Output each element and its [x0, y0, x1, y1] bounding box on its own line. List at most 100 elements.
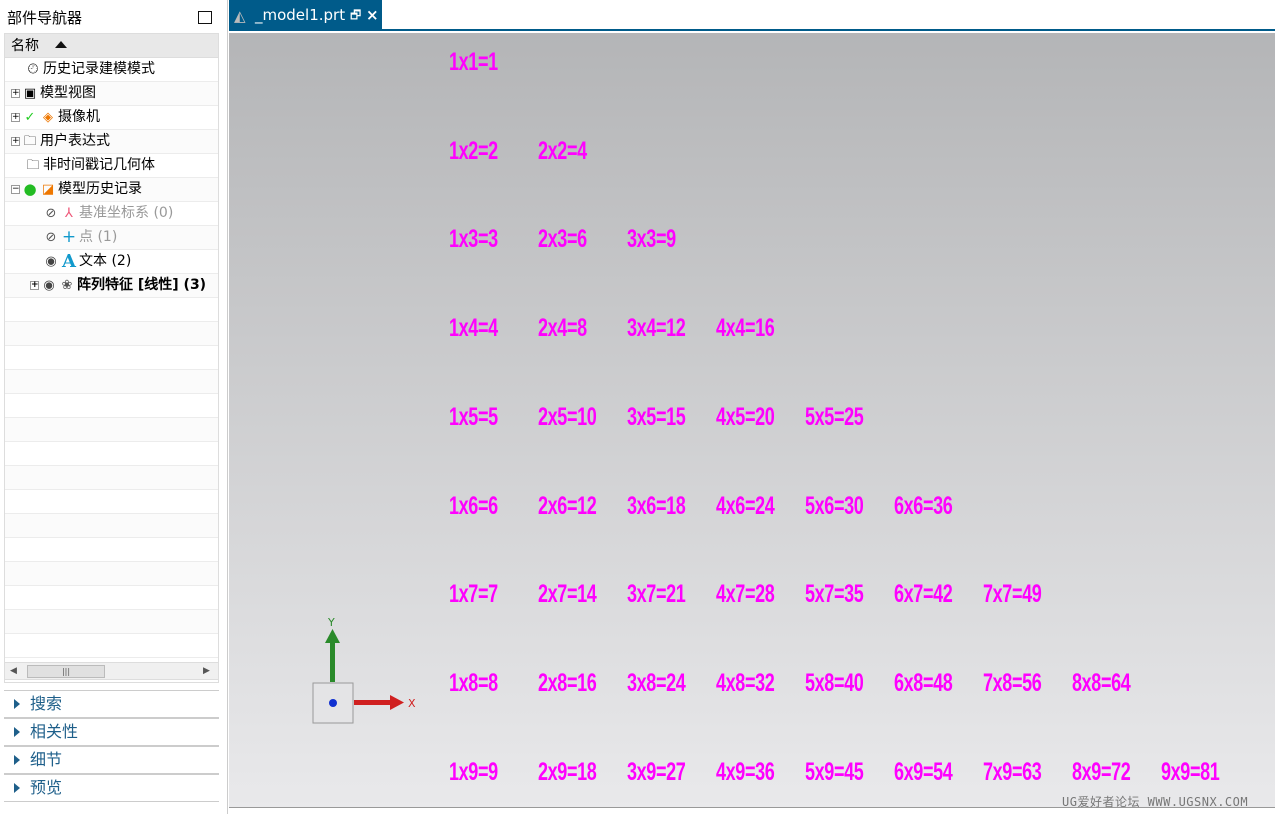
equation: 4x5=20: [716, 402, 775, 431]
item-label: 用户表达式: [40, 133, 110, 149]
equation: 3x5=15: [627, 402, 686, 431]
tab-label: _model1.prt: [255, 6, 346, 24]
equation: 3x8=24: [627, 668, 686, 697]
equation: 5x5=25: [805, 402, 864, 431]
origin-point: [329, 699, 337, 707]
undock-icon[interactable]: 🗗︎: [350, 0, 361, 30]
equation: 3x9=27: [627, 757, 686, 786]
horizontal-scrollbar[interactable]: ◀ ||| ▶: [4, 662, 219, 680]
part-navigator: 部件导航器 名称 🕘︎ 历史记录建模模式 + ▣ 模型视图 + ✓ ◈ 摄像机 + 🗀︎ 用户表…: [0, 0, 228, 814]
scroll-left-icon[interactable]: ◀: [10, 666, 17, 676]
item-label: 历史记录建模模式: [43, 61, 155, 77]
eye-icon: ◉: [45, 254, 57, 269]
equation: 4x6=24: [716, 491, 775, 520]
y-axis-arrow: [330, 640, 335, 682]
folder-icon: 🗀︎: [23, 134, 37, 149]
equation: 8x9=72: [1072, 757, 1131, 786]
equation: 2x6=12: [538, 491, 597, 520]
scroll-thumb[interactable]: |||: [27, 665, 105, 678]
equation: 5x9=45: [805, 757, 864, 786]
model-view-icon: ▣: [23, 86, 37, 101]
tab-bar: ◭ _model1.prt 🗗︎ ×: [229, 0, 1275, 31]
equation: 5x6=30: [805, 491, 864, 520]
equation: 1x4=4: [449, 314, 498, 343]
check-icon: ✓: [24, 110, 36, 125]
section-search[interactable]: 搜索: [4, 690, 219, 718]
expand-icon[interactable]: +: [11, 89, 20, 98]
equation: 1x9=9: [449, 757, 498, 786]
datum-csys-icon: ⅄: [65, 206, 73, 221]
equation: 6x8=48: [894, 668, 953, 697]
expand-icon[interactable]: +: [11, 113, 20, 122]
tree-item-unused-geometry[interactable]: 🗀︎ 非时间戳记几何体: [5, 154, 218, 178]
item-label: 阵列特征 [线性] (3): [77, 277, 207, 293]
wcs-triad: Y X: [312, 616, 416, 724]
watermark: UG爱好者论坛 WWW.UGSNX.COM: [1062, 795, 1249, 809]
navigator-title: 部件导航器: [7, 9, 83, 27]
equation: 5x7=35: [805, 580, 864, 609]
part-file-icon: ◭: [234, 7, 246, 25]
history-icon: ◪: [41, 182, 55, 197]
x-axis-arrow: [354, 700, 392, 705]
tree-item-datum-csys[interactable]: ⊘ ⅄ 基准坐标系 (0): [5, 202, 218, 226]
item-label: 文本 (2): [79, 253, 132, 269]
navigator-tree: 名称 🕘︎ 历史记录建模模式 + ▣ 模型视图 + ✓ ◈ 摄像机 + 🗀︎ 用户表达式 🗀︎ 非…: [4, 33, 219, 683]
y-arrowhead: [325, 629, 340, 643]
item-label: 摄像机: [58, 109, 100, 125]
expand-icon[interactable]: +: [30, 281, 39, 290]
equation: 3x7=21: [627, 580, 686, 609]
equation: 1x5=5: [449, 402, 498, 431]
x-arrowhead: [390, 695, 404, 710]
section-details[interactable]: 细节: [4, 746, 219, 774]
equation: 7x7=49: [983, 580, 1042, 609]
folder-icon: 🗀︎: [26, 158, 40, 173]
equation: 4x4=16: [716, 314, 775, 343]
eye-icon: ◉: [43, 278, 55, 293]
tab-model1[interactable]: ◭ _model1.prt 🗗︎ ×: [229, 0, 382, 31]
expand-icon[interactable]: +: [11, 137, 20, 146]
tree-item-pattern-feature[interactable]: + ◉ ❀ 阵列特征 [线性] (3): [5, 274, 218, 298]
section-dependencies[interactable]: 相关性: [4, 718, 219, 746]
equation: 2x8=16: [538, 668, 597, 697]
equation: 1x7=7: [449, 580, 498, 609]
equation: 2x3=6: [538, 225, 587, 254]
maximize-button[interactable]: [198, 11, 212, 24]
equation: 9x9=81: [1161, 757, 1220, 786]
equation: 2x7=14: [538, 580, 597, 609]
collapse-icon[interactable]: −: [11, 185, 20, 194]
camera-icon: ◈: [43, 110, 53, 125]
tree-item-history-mode[interactable]: 🕘︎ 历史记录建模模式: [5, 58, 218, 82]
equation: 8x8=64: [1072, 668, 1131, 697]
column-header-name[interactable]: 名称: [5, 34, 218, 58]
equation: 2x2=4: [538, 136, 587, 165]
equation: 1x1=1: [449, 48, 498, 76]
equation: 5x8=40: [805, 668, 864, 697]
item-label: 模型视图: [40, 85, 96, 101]
tree-item-point[interactable]: ⊘ + 点 (1): [5, 226, 218, 250]
equation: 1x6=6: [449, 491, 498, 520]
tree-item-cameras[interactable]: + ✓ ◈ 摄像机: [5, 106, 218, 130]
point-icon: +: [61, 227, 77, 247]
x-axis-label: X: [408, 697, 416, 710]
equation: 7x8=56: [983, 668, 1042, 697]
sort-ascending-icon: [55, 41, 67, 48]
equation: 2x5=10: [538, 402, 597, 431]
graphics-window[interactable]: 1x1=1 1x2=2 2x2=4 1x3=3 2x3=6 3x3=9 1x4=4 2x4=8…: [229, 33, 1275, 808]
equation: 1x2=2: [449, 136, 498, 165]
tree-item-model-history[interactable]: − ● ◪ 模型历史记录: [5, 178, 218, 202]
close-tab-icon[interactable]: ×: [366, 0, 379, 30]
hidden-eye-icon: ⊘: [45, 206, 57, 221]
equation: 1x3=3: [449, 225, 498, 254]
y-axis-label: Y: [327, 616, 335, 629]
text-icon: A: [62, 251, 76, 272]
scroll-right-icon[interactable]: ▶: [203, 666, 210, 676]
equation: 4x8=32: [716, 668, 775, 697]
section-preview[interactable]: 预览: [4, 774, 219, 802]
equation: 6x9=54: [894, 757, 953, 786]
tree-item-text[interactable]: ◉ A 文本 (2): [5, 250, 218, 274]
tree-item-model-views[interactable]: + ▣ 模型视图: [5, 82, 218, 106]
equation: 3x3=9: [627, 225, 676, 254]
item-label: 非时间戳记几何体: [43, 157, 155, 173]
equation: 4x9=36: [716, 757, 775, 786]
tree-item-user-expressions[interactable]: + 🗀︎ 用户表达式: [5, 130, 218, 154]
